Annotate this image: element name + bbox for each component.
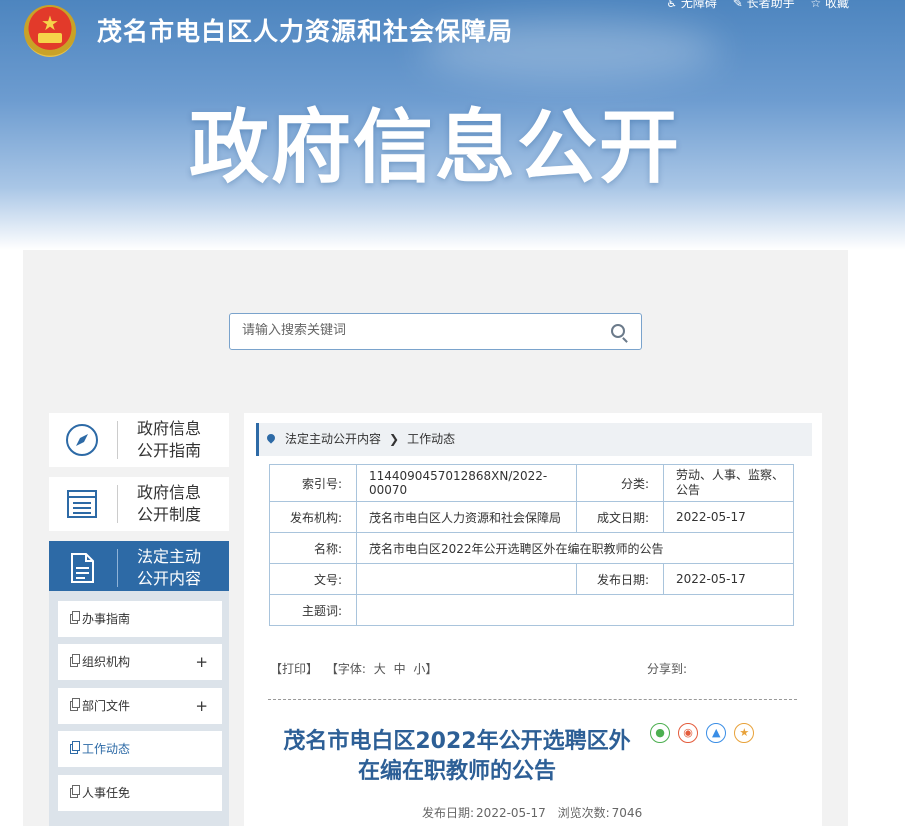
search-input[interactable] — [242, 323, 602, 338]
nav-label-line2: 公开内容 — [137, 569, 202, 588]
nav-label-line1: 政府信息 — [137, 419, 202, 438]
docno-value — [356, 563, 577, 595]
issuer-value: 茂名市电白区人力资源和社会保障局 — [356, 501, 577, 533]
top-links: ♿ 无障碍 ✎ 长者助手 ☆ 收藏 — [654, 0, 849, 11]
keywords-value — [356, 594, 794, 626]
wechat-icon[interactable]: ● — [650, 723, 670, 743]
nav-disclosure-guide[interactable]: 政府信息 公开指南 — [49, 413, 229, 467]
document-icon — [70, 785, 80, 798]
nav-label-line2: 公开制度 — [137, 505, 202, 524]
nav-separator — [117, 549, 118, 587]
keywords-label: 主题词: — [269, 594, 357, 626]
site-title[interactable]: 茂名市电白区人力资源和社会保障局 — [97, 12, 513, 48]
publish-date: 2022-05-17 — [476, 806, 546, 820]
breadcrumb-current[interactable]: 工作动态 — [407, 432, 455, 446]
document-info-table: 索引号: 1144090457012868XN/2022-00070 分类: 劳… — [269, 464, 794, 626]
nav-label-line2: 公开指南 — [137, 441, 202, 460]
name-value: 茂名市电白区2022年公开选聘区外在编在职教师的公告 — [356, 532, 794, 564]
article-title: 茂名市电白区2022年公开选聘区外 在编在职教师的公告 — [262, 727, 652, 787]
nav-statutory-content[interactable]: 法定主动 公开内容 — [49, 541, 229, 595]
article-title-line2: 在编在职教师的公告 — [357, 759, 556, 784]
weibo-icon[interactable]: ◉ — [678, 723, 699, 743]
qq-icon[interactable]: ▲ — [706, 723, 727, 743]
index-label: 索引号: — [269, 464, 357, 502]
subnav-item-work-news[interactable]: 工作动态 — [58, 731, 222, 767]
expand-icon[interactable]: + — [195, 644, 208, 680]
breadcrumb: 法定主动公开内容 ❯ 工作动态 — [256, 423, 812, 456]
header-banner: ★ 茂名市电白区人力资源和社会保障局 ♿ 无障碍 ✎ 长者助手 ☆ 收藏 政府信… — [0, 0, 905, 250]
article-title-line1: 茂名市电白区2022年公开选聘区外 — [283, 729, 631, 754]
published-date-value: 2022-05-17 — [663, 563, 794, 595]
breadcrumb-separator: ❯ — [389, 432, 400, 446]
elder-helper-link[interactable]: ✎ 长者助手 — [733, 0, 795, 10]
search-icon[interactable] — [611, 324, 625, 338]
nav-label-line1: 法定主动 — [137, 547, 202, 566]
article-meta: 发布日期: 2022-05-17 浏览次数: 7046 — [422, 804, 644, 821]
font-size-label: 【字体: — [325, 662, 366, 676]
document-list-icon — [67, 490, 97, 518]
subnav-item-department-docs[interactable]: 部门文件 + — [58, 688, 222, 724]
national-emblem-icon: ★ — [24, 5, 76, 57]
favorite-link[interactable]: ☆ 收藏 — [810, 0, 849, 10]
publish-date-label: 发布日期: — [422, 806, 475, 820]
nav-disclosure-system[interactable]: 政府信息 公开制度 — [49, 477, 229, 531]
file-icon — [71, 553, 94, 583]
hero-title: 政府信息公开 — [189, 101, 681, 194]
docno-label: 文号: — [269, 563, 357, 595]
accessibility-link[interactable]: ♿ 无障碍 — [666, 0, 717, 10]
favorite-icon[interactable]: ★ — [734, 723, 755, 743]
issuer-label: 发布机构: — [269, 501, 357, 533]
created-date-value: 2022-05-17 — [663, 501, 794, 533]
font-medium-button[interactable]: 中 — [394, 662, 406, 676]
expand-icon[interactable]: + — [195, 688, 208, 724]
views-count: 7046 — [611, 806, 643, 820]
print-link[interactable]: 【打印】 — [270, 662, 318, 676]
share-icons: ● ◉ ▲ ★ — [650, 721, 757, 743]
created-date-label: 成文日期: — [576, 501, 664, 533]
category-value: 劳动、人事、监察、公告 — [663, 464, 794, 502]
font-small-button[interactable]: 小】 — [413, 662, 437, 676]
nav-separator — [117, 421, 118, 459]
location-pin-icon — [265, 432, 277, 444]
published-date-label: 发布日期: — [576, 563, 664, 595]
document-icon — [70, 698, 80, 711]
compass-icon — [66, 424, 98, 456]
document-icon — [70, 654, 80, 667]
views-label: 浏览次数: — [557, 806, 610, 820]
breadcrumb-parent[interactable]: 法定主动公开内容 — [285, 432, 381, 446]
nav-separator — [117, 485, 118, 523]
document-icon — [70, 611, 80, 624]
nav-label-line1: 政府信息 — [137, 483, 202, 502]
category-label: 分类: — [576, 464, 664, 502]
document-icon — [70, 741, 80, 754]
index-value: 1144090457012868XN/2022-00070 — [356, 464, 577, 502]
share-label: 分享到: — [647, 662, 688, 676]
search-box — [229, 313, 642, 350]
name-label: 名称: — [269, 532, 357, 564]
article-tools: 【打印】 【字体: 大 中 小】 — [270, 660, 441, 677]
subnav-item-service-guide[interactable]: 办事指南 — [58, 601, 222, 637]
subnav-item-personnel[interactable]: 人事任免 — [58, 775, 222, 811]
font-large-button[interactable]: 大 — [374, 662, 386, 676]
divider — [268, 699, 797, 700]
subnav-item-organization[interactable]: 组织机构 + — [58, 644, 222, 680]
